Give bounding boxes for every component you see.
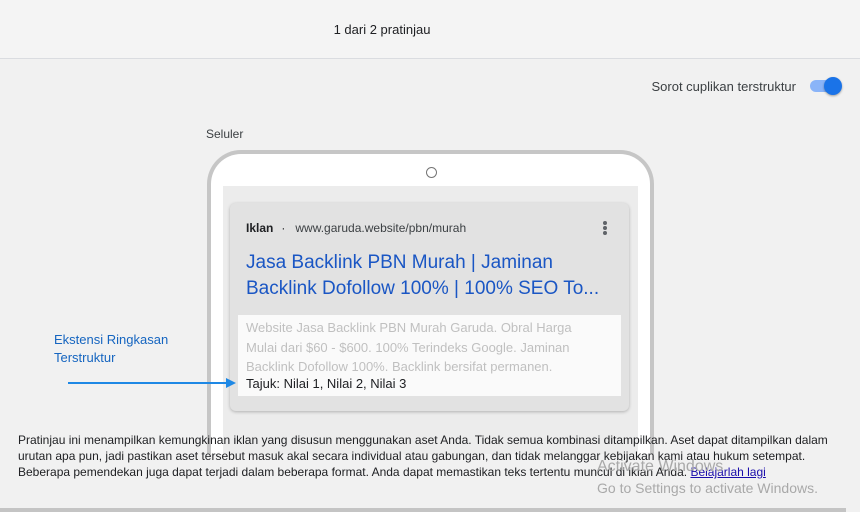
annotation-line-2: Terstruktur (54, 350, 116, 365)
ad-separator: · (281, 221, 286, 235)
watermark-line-1: Activate Windows (597, 458, 724, 475)
ad-top-line: Iklan · www.garuda.website/pbn/murah (246, 221, 466, 235)
structured-snippet: Tajuk: Nilai 1, Nilai 2, Nilai 3 (246, 376, 407, 391)
preview-counter: 1 dari 2 pratinjau (333, 22, 431, 37)
highlight-snippet-toggle[interactable] (808, 77, 842, 95)
ad-preview-card: Iklan · www.garuda.website/pbn/murah Jas… (230, 203, 629, 411)
highlight-snippet-toggle-row: Sorot cuplikan terstruktur (651, 76, 842, 96)
device-label: Seluler (206, 127, 244, 141)
ad-description-box: Website Jasa Backlink PBN Murah Garuda. … (238, 315, 621, 396)
ad-display-url[interactable]: www.garuda.website/pbn/murah (295, 221, 466, 235)
windows-activation-watermark: Activate Windows Go to Settings to activ… (597, 457, 818, 497)
annotation-label: Ekstensi Ringkasan Terstruktur (54, 331, 194, 367)
ad-badge: Iklan (246, 221, 274, 235)
preview-header: 1 dari 2 pratinjau (0, 0, 860, 59)
ad-description: Website Jasa Backlink PBN Murah Garuda. … (246, 320, 572, 374)
phone-screen: Iklan · www.garuda.website/pbn/murah Jas… (223, 186, 638, 454)
ad-headline[interactable]: Jasa Backlink PBN Murah | Jaminan Backli… (246, 250, 616, 302)
bottom-divider (0, 508, 846, 512)
watermark-line-2: Go to Settings to activate Windows. (597, 480, 818, 496)
annotation-line-1: Ekstensi Ringkasan (54, 332, 169, 347)
toggle-knob (824, 77, 842, 95)
toggle-label: Sorot cuplikan terstruktur (651, 78, 796, 94)
more-options-icon[interactable] (603, 221, 607, 235)
phone-frame: Iklan · www.garuda.website/pbn/murah Jas… (207, 150, 654, 454)
phone-camera-icon (426, 167, 437, 178)
annotation-arrow-icon (68, 378, 236, 388)
